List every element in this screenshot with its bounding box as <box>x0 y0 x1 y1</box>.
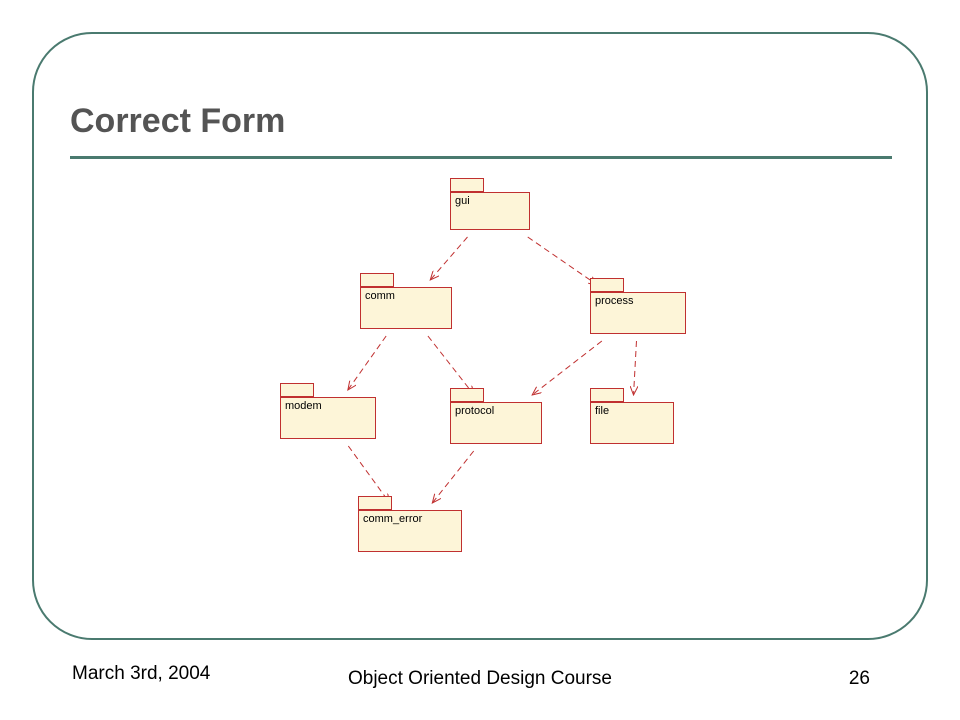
package-tab <box>280 383 314 397</box>
title-underline <box>70 156 892 159</box>
package-diagram: gui comm process modem protocol file comm_erro… <box>280 178 740 578</box>
dependency-arrows <box>280 178 740 578</box>
package-tab <box>590 278 624 292</box>
slide-title: Correct Form <box>70 102 285 141</box>
package-body: comm <box>360 287 452 329</box>
dependency-arrow <box>634 341 637 395</box>
package-tab <box>360 273 394 287</box>
dependency-arrow <box>428 336 474 395</box>
package-body: gui <box>450 192 530 230</box>
dependency-arrow <box>348 336 386 390</box>
package-tab <box>450 178 484 192</box>
package-body: comm_error <box>358 510 462 552</box>
package-tab <box>590 388 624 402</box>
package-body: file <box>590 402 674 444</box>
package-body: modem <box>280 397 376 439</box>
package-tab <box>450 388 484 402</box>
dependency-arrow <box>528 237 598 285</box>
package-body: protocol <box>450 402 542 444</box>
dependency-arrow <box>432 451 473 503</box>
package-body: process <box>590 292 686 334</box>
dependency-arrow <box>532 341 602 395</box>
footer-course: Object Oriented Design Course <box>0 668 960 690</box>
dependency-arrow <box>348 446 389 503</box>
footer-page: 26 <box>849 668 870 690</box>
package-tab <box>358 496 392 510</box>
dependency-arrow <box>430 237 467 280</box>
